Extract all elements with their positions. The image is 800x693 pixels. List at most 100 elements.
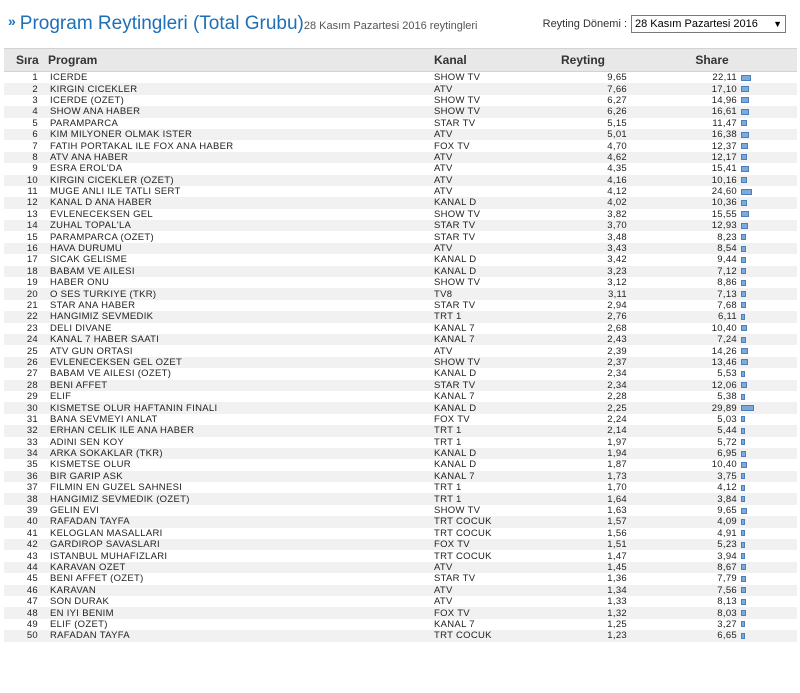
row-share: 3,94 xyxy=(717,550,737,562)
row-share-bar-cell xyxy=(737,163,797,174)
row-share: 6,95 xyxy=(627,447,737,460)
row-channel: FOX TV xyxy=(434,413,470,425)
rating-period-select[interactable]: 28 Kasım Pazartesi 2016 ▼ xyxy=(631,15,786,33)
row-program: KANAL 7 HABER SAATI xyxy=(48,333,434,346)
share-bar xyxy=(741,484,745,491)
column-header-program[interactable]: Program xyxy=(48,48,434,72)
row-share: 3,27 xyxy=(717,618,737,630)
share-bar xyxy=(741,256,746,263)
row-rank: 47 xyxy=(26,596,38,608)
share-bar xyxy=(741,165,749,172)
row-channel: ATV xyxy=(434,584,539,596)
table-row: 9 ESRA EROL'DA ATV 4,35 15,41 xyxy=(4,163,797,174)
row-program: ADINI SEN KOY xyxy=(50,436,125,448)
share-bar xyxy=(741,370,745,377)
row-program: KISMETSE OLUR HAFTANIN FINALI xyxy=(48,402,434,414)
row-share-bar-cell xyxy=(737,391,797,402)
row-rank: 15 xyxy=(26,231,38,243)
share-bar xyxy=(741,518,745,525)
table-row: 12 KANAL D ANA HABER KANAL D 4,02 10,36 xyxy=(4,197,798,209)
row-share-bar-cell xyxy=(737,619,797,630)
row-rating: 1,47 xyxy=(607,550,627,562)
column-header-rank[interactable]: Sıra xyxy=(4,48,48,72)
row-rating: 1,34 xyxy=(539,584,627,596)
row-rank: 16 xyxy=(4,242,48,255)
row-share-bar-cell xyxy=(737,209,797,220)
share-bar xyxy=(741,108,749,115)
row-channel: KANAL 7 xyxy=(434,333,539,346)
row-program: EVLENECEKSEN GEL OZET xyxy=(48,356,434,369)
row-rating: 3,43 xyxy=(539,242,627,255)
row-rating: 2,43 xyxy=(539,333,627,346)
row-share: 14,96 xyxy=(711,94,737,106)
row-share-bar-cell xyxy=(737,345,797,356)
row-channel: SHOW TV xyxy=(434,94,481,106)
row-rating: 4,62 xyxy=(539,151,627,164)
table-row: 23 DELI DIVANE KANAL 7 2,68 10,40 xyxy=(4,323,797,334)
row-program: KANAL D ANA HABER xyxy=(48,197,434,209)
row-channel: FOX TV xyxy=(434,607,539,619)
column-header-share[interactable]: Share xyxy=(627,48,798,72)
column-header-channel[interactable]: Kanal xyxy=(434,48,539,72)
row-channel: KANAL D xyxy=(434,265,539,278)
table-row: 33 ADINI SEN KOY TRT 1 1,97 5,72 xyxy=(4,437,797,448)
row-program: ATV ANA HABER xyxy=(48,151,434,164)
chevron-down-icon[interactable]: ▼ xyxy=(773,16,782,32)
share-bar xyxy=(741,416,745,423)
row-share-bar-cell xyxy=(737,231,797,242)
row-rank: 48 xyxy=(4,607,48,619)
row-rank: 5 xyxy=(32,117,38,129)
rating-period-value: 28 Kasım Pazartesi 2016 xyxy=(635,18,758,30)
row-rank: 4 xyxy=(4,106,48,118)
row-rating: 1,32 xyxy=(539,607,627,619)
share-bar xyxy=(741,496,745,503)
row-rating: 4,70 xyxy=(607,140,627,152)
row-program: RAFADAN TAYFA xyxy=(48,516,434,528)
table-row: 21 STAR ANA HABER STAR TV 2,94 7,68 xyxy=(4,300,797,311)
share-bar xyxy=(741,325,747,332)
row-program: EN IYI BENIM xyxy=(48,607,434,619)
row-rank: 6 xyxy=(4,128,48,141)
row-rank: 44 xyxy=(4,561,48,574)
row-rank: 27 xyxy=(26,368,38,380)
row-share-bar-cell xyxy=(737,220,798,232)
share-bar xyxy=(741,336,746,343)
row-share-bar-cell xyxy=(737,516,798,528)
row-channel: KANAL D xyxy=(434,368,477,380)
row-share: 7,13 xyxy=(627,288,737,300)
table-row: 24 KANAL 7 HABER SAATI KANAL 7 2,43 7,24 xyxy=(4,333,798,346)
row-channel: STAR TV xyxy=(434,117,476,129)
row-program: STAR ANA HABER xyxy=(50,300,136,311)
row-rating: 1,45 xyxy=(539,561,627,574)
row-program: HANGIMIZ SEVMEDIK xyxy=(48,311,434,323)
row-rank: 2 xyxy=(4,83,48,95)
share-bar xyxy=(741,564,746,571)
row-rank: 29 xyxy=(26,391,38,403)
row-program: ISTANBUL MUHAFIZLARI xyxy=(50,550,168,562)
row-share: 5,23 xyxy=(627,539,737,551)
row-share: 16,61 xyxy=(627,106,737,118)
row-channel: TRT COCUK xyxy=(434,630,539,642)
row-channel: KANAL 7 xyxy=(434,470,539,483)
table-row: 41 KELOGLAN MASALLARI TRT COCUK 1,56 4,91 xyxy=(4,528,797,539)
row-share-bar-cell xyxy=(737,437,797,448)
table-row: 47 SON DURAK ATV 1,33 8,13 xyxy=(4,596,797,607)
row-program: KARAVAN OZET xyxy=(48,561,434,574)
share-bar xyxy=(741,268,746,275)
table-row: 7 FATIH PORTAKAL ILE FOX ANA HABER FOX TV 4… xyxy=(4,140,797,152)
row-program: HABER ONU xyxy=(50,277,110,289)
table-row: 29 ELIF KANAL 7 2,28 5,38 xyxy=(4,391,797,402)
row-share-bar-cell xyxy=(737,561,798,574)
row-rating: 1,57 xyxy=(539,516,627,528)
page-title: Program Reytingleri (Total Grubu) xyxy=(19,13,304,34)
table-row: 31 BANA SEVMEYI ANLAT FOX TV 2,24 5,03 xyxy=(4,414,797,425)
row-channel: TRT 1 xyxy=(434,482,462,494)
row-program: BABAM VE AILESI xyxy=(48,265,434,278)
row-share: 8,86 xyxy=(717,277,737,289)
row-share: 16,38 xyxy=(627,128,737,141)
column-header-rating[interactable]: Reyting xyxy=(539,48,627,72)
row-channel: ATV xyxy=(434,345,453,357)
row-rating: 2,24 xyxy=(607,413,627,425)
share-bar xyxy=(741,610,746,617)
share-bar xyxy=(741,450,746,457)
